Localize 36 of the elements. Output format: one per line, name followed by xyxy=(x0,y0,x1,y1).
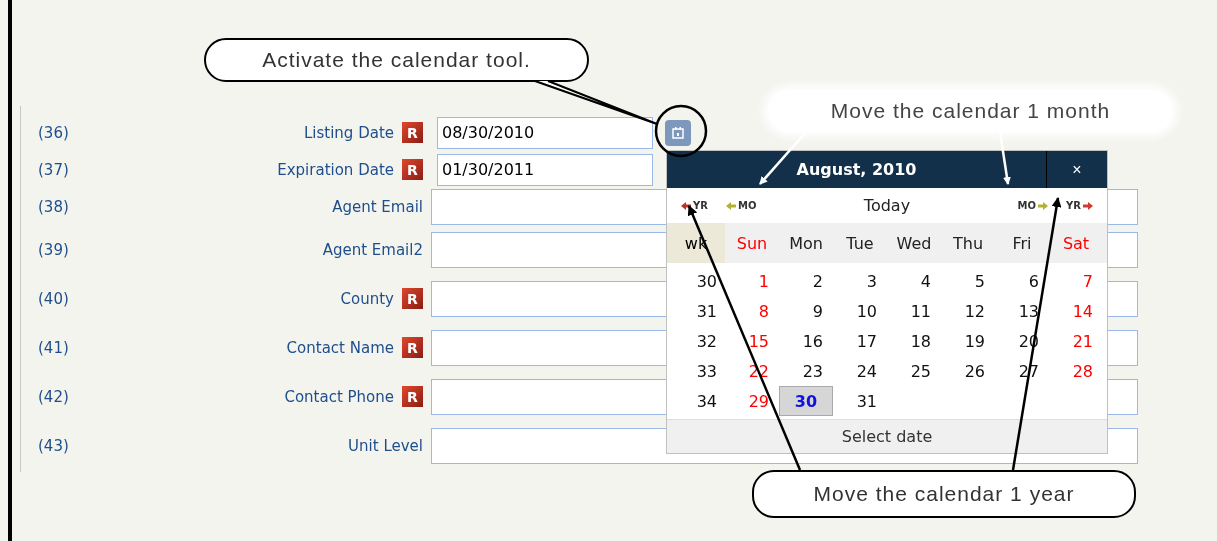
field-label: Expiration Date xyxy=(277,160,394,179)
field-label: Contact Name xyxy=(286,338,394,357)
field-number: (36) xyxy=(37,123,70,142)
weekday-header: Tue xyxy=(845,232,875,255)
weekday-header: Sat xyxy=(1061,232,1091,255)
week-number: 31 xyxy=(695,300,718,323)
field-number: (39) xyxy=(37,240,70,259)
field-label: Agent Email2 xyxy=(322,240,423,259)
required-badge: R xyxy=(402,386,423,407)
weekday-header: Thu xyxy=(951,232,985,255)
weekday-header: Mon xyxy=(788,232,824,255)
required-badge: R xyxy=(402,159,423,180)
field-number: (43) xyxy=(37,436,70,455)
required-badge: R xyxy=(402,122,423,143)
calendar-footer: Select date xyxy=(667,419,1107,453)
weekday-header: Wed xyxy=(895,232,933,255)
field-number: (37) xyxy=(37,160,70,179)
field-label: Unit Level xyxy=(348,436,423,455)
weekday-header: Sun xyxy=(735,232,769,255)
field-label: County xyxy=(340,289,394,308)
field-label: Agent Email xyxy=(332,197,423,216)
field-label: Listing Date xyxy=(303,123,394,142)
field-number: (41) xyxy=(37,338,70,357)
field-number: (42) xyxy=(37,387,70,406)
field-number: (40) xyxy=(37,289,70,308)
required-badge: R xyxy=(402,337,423,358)
cloud-callout: Move the calendar 1 month xyxy=(768,90,1173,132)
required-badge: R xyxy=(402,288,423,309)
field-label: Contact Phone xyxy=(284,387,394,406)
week-number: 34 xyxy=(695,390,718,413)
week-number: 33 xyxy=(695,360,718,383)
field-number: (38) xyxy=(37,197,70,216)
weekday-header: Fri xyxy=(1011,232,1033,255)
callout-bubble: Move the calendar 1 year xyxy=(752,470,1136,518)
week-number: 30 xyxy=(695,270,718,293)
week-number: 32 xyxy=(695,330,718,353)
